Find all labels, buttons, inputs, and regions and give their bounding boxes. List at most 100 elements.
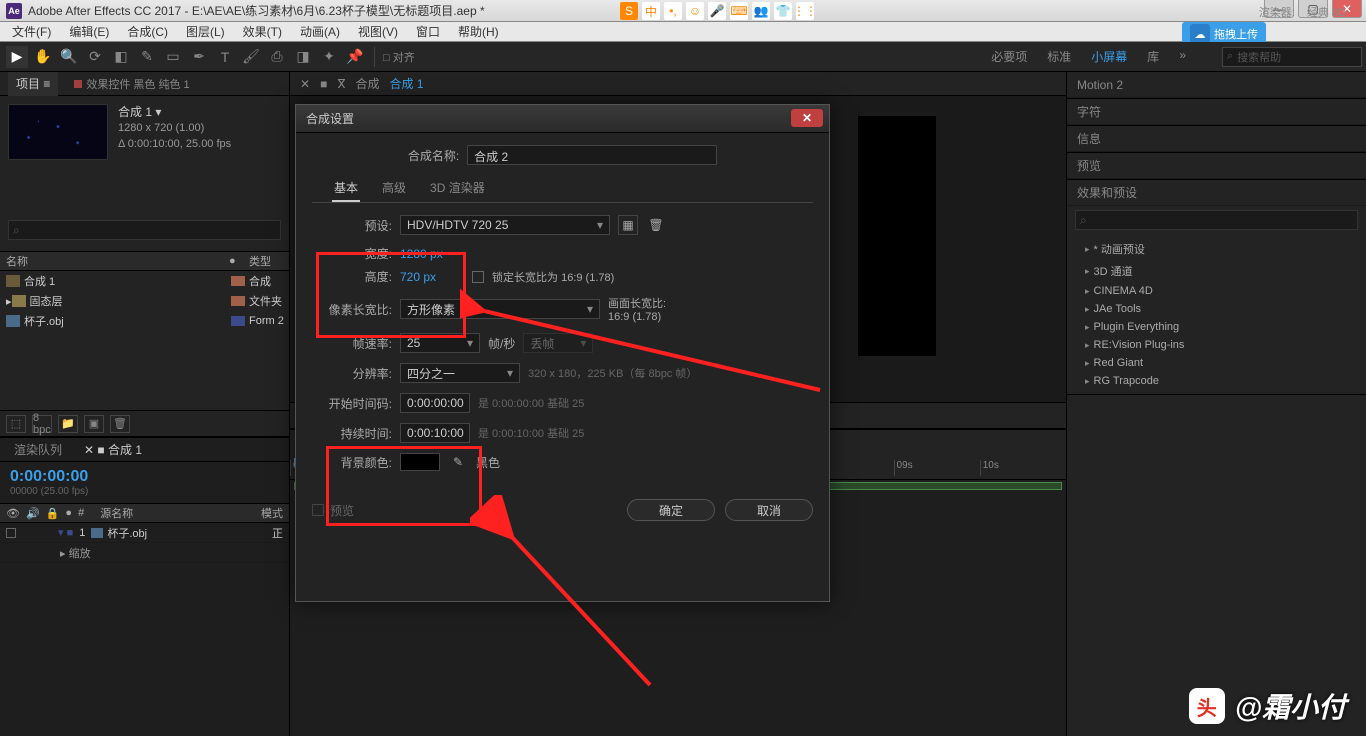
preview-checkbox[interactable] — [312, 504, 324, 516]
ime-shirt-icon[interactable]: 👕 — [774, 2, 792, 20]
bgcolor-swatch[interactable] — [400, 453, 440, 471]
roto-tool-icon[interactable]: ✦ — [318, 46, 340, 68]
eyedropper-icon[interactable]: ✎ — [448, 453, 468, 471]
selection-tool-icon[interactable]: ▶ — [6, 46, 28, 68]
col-mode[interactable]: 模式 — [261, 505, 283, 521]
brush-tool-icon[interactable]: 🖌 — [240, 46, 262, 68]
menu-composition[interactable]: 合成(C) — [119, 21, 176, 42]
width-value[interactable]: 1280 px — [400, 247, 443, 261]
rotate-tool-icon[interactable]: ⟳ — [84, 46, 106, 68]
eraser-tool-icon[interactable]: ◨ — [292, 46, 314, 68]
ime-s-icon[interactable]: S — [620, 2, 638, 20]
project-item-folder[interactable]: ▸ 固态层文件夹 — [0, 291, 289, 311]
workspace-standard[interactable]: 标准 — [1047, 48, 1071, 65]
preset-delete-icon[interactable]: 🗑 — [646, 215, 666, 235]
tab-project[interactable]: 项目 ≡ — [8, 71, 58, 96]
menu-edit[interactable]: 编辑(E) — [61, 21, 117, 42]
col-lock-icon[interactable]: 🔒 — [46, 507, 60, 520]
stamp-tool-icon[interactable]: ⎙ — [266, 46, 288, 68]
timeline-layer-1[interactable]: ▾ ■ 1 杯子.obj 正 — [0, 523, 289, 543]
timeline-prop-scale[interactable]: ▸ 缩放 — [0, 543, 289, 563]
viewer-close-icon[interactable]: ✕ — [300, 77, 310, 91]
menu-effect[interactable]: 效果(T) — [235, 21, 290, 42]
pixel-aspect-dropdown[interactable]: 方形像素 — [400, 299, 600, 319]
col-source[interactable]: 源名称 — [90, 505, 255, 521]
zoom-tool-icon[interactable]: 🔍 — [58, 46, 80, 68]
dialog-titlebar[interactable]: 合成设置 ✕ — [296, 105, 829, 133]
comp-thumbnail[interactable] — [8, 104, 108, 160]
ime-face-icon[interactable]: ☺ — [686, 2, 704, 20]
col-visibility-icon[interactable]: 👁 — [6, 507, 20, 520]
panel-preview[interactable]: 预览 — [1067, 153, 1366, 179]
ime-lang-icon[interactable]: 中 — [642, 2, 660, 20]
col-num[interactable]: # — [78, 507, 84, 519]
rect-tool-icon[interactable]: ▭ — [162, 46, 184, 68]
help-search[interactable]: ⌕ 搜索帮助 — [1222, 47, 1362, 67]
project-search[interactable]: ⌕ — [8, 220, 281, 240]
anchor-tool-icon[interactable]: ✎ — [136, 46, 158, 68]
layer-vis-checkbox[interactable] — [6, 528, 16, 538]
duration-input[interactable]: 0:00:10:00 — [400, 423, 470, 443]
workspace-library[interactable]: 库 — [1147, 48, 1159, 65]
preset-item[interactable]: 3D 通道 — [1067, 260, 1366, 282]
start-tc-input[interactable]: 0:00:00:00 — [400, 393, 470, 413]
menu-help[interactable]: 帮助(H) — [450, 21, 507, 42]
preset-item[interactable]: Red Giant — [1067, 354, 1366, 372]
hand-tool-icon[interactable]: ✋ — [32, 46, 54, 68]
panel-motion2[interactable]: Motion 2 — [1067, 72, 1366, 98]
workspace-essentials[interactable]: 必要项 — [991, 48, 1027, 65]
lock-aspect-checkbox[interactable] — [472, 271, 484, 283]
cancel-button[interactable]: 取消 — [725, 499, 813, 521]
col-audio-icon[interactable]: 🔊 — [26, 507, 40, 520]
pen-tool-icon[interactable]: ✒ — [188, 46, 210, 68]
workspace-more-icon[interactable]: » — [1179, 48, 1186, 65]
project-item-comp[interactable]: 合成 1合成 — [0, 271, 289, 291]
menu-layer[interactable]: 图层(L) — [178, 21, 233, 42]
camera-tool-icon[interactable]: ◧ — [110, 46, 132, 68]
renderer-value[interactable]: 经典 3D — [1307, 4, 1346, 20]
panel-effects-presets[interactable]: 效果和预设 — [1067, 180, 1366, 206]
tab-basic[interactable]: 基本 — [332, 175, 360, 202]
preset-item[interactable]: * 动画预设 — [1067, 238, 1366, 260]
menu-view[interactable]: 视图(V) — [350, 21, 406, 42]
tab-render-queue[interactable]: 渲染队列 — [8, 438, 68, 461]
preset-dropdown[interactable]: HDV/HDTV 720 25 — [400, 215, 610, 235]
menu-window[interactable]: 窗口 — [408, 21, 448, 42]
col-type[interactable]: 类型 — [249, 253, 289, 269]
tab-advanced[interactable]: 高级 — [380, 175, 408, 202]
menu-animation[interactable]: 动画(A) — [292, 21, 348, 42]
interp-icon[interactable]: ⬚ — [6, 415, 26, 433]
framerate-dropdown[interactable]: 25 — [400, 333, 480, 353]
panel-info[interactable]: 信息 — [1067, 126, 1366, 152]
comp-name-input[interactable]: 合成 2 — [467, 145, 717, 165]
bpc-button[interactable]: 8 bpc — [32, 415, 52, 433]
col-label[interactable]: ● — [65, 507, 72, 519]
puppet-tool-icon[interactable]: 📌 — [344, 46, 366, 68]
preset-save-icon[interactable]: ▦ — [618, 215, 638, 235]
text-tool-icon[interactable]: T — [214, 46, 236, 68]
col-tag[interactable]: ● — [229, 255, 249, 267]
preset-search[interactable]: ⌕ — [1075, 210, 1358, 230]
resolution-dropdown[interactable]: 四分之一 — [400, 363, 520, 383]
panel-character[interactable]: 字符 — [1067, 99, 1366, 125]
snap-toggle[interactable]: □ 对齐 — [383, 49, 415, 65]
ime-people-icon[interactable]: 👥 — [752, 2, 770, 20]
trash-icon[interactable]: 🗑 — [110, 415, 130, 433]
ok-button[interactable]: 确定 — [627, 499, 715, 521]
workspace-small[interactable]: 小屏幕 — [1091, 48, 1127, 65]
new-comp-icon[interactable]: ▣ — [84, 415, 104, 433]
height-value[interactable]: 720 px — [400, 270, 436, 284]
tab-comp1[interactable]: ✕ ■ 合成 1 — [78, 438, 148, 461]
timecode[interactable]: 0:00:00:00 — [10, 468, 279, 486]
new-folder-icon[interactable]: 📁 — [58, 415, 78, 433]
preset-item[interactable]: RG Trapcode — [1067, 372, 1366, 390]
ime-punct-icon[interactable]: •, — [664, 2, 682, 20]
col-name[interactable]: 名称 — [0, 253, 229, 269]
ime-mic-icon[interactable]: 🎤 — [708, 2, 726, 20]
preset-item[interactable]: Plugin Everything — [1067, 318, 1366, 336]
viewer-comp-name[interactable]: 合成 1 — [390, 75, 424, 92]
preset-item[interactable]: RE:Vision Plug-ins — [1067, 336, 1366, 354]
dialog-close-button[interactable]: ✕ — [791, 109, 823, 127]
project-item-obj[interactable]: 杯子.objForm 2 — [0, 311, 289, 331]
ime-menu-icon[interactable]: ⋮⋮ — [796, 2, 814, 20]
